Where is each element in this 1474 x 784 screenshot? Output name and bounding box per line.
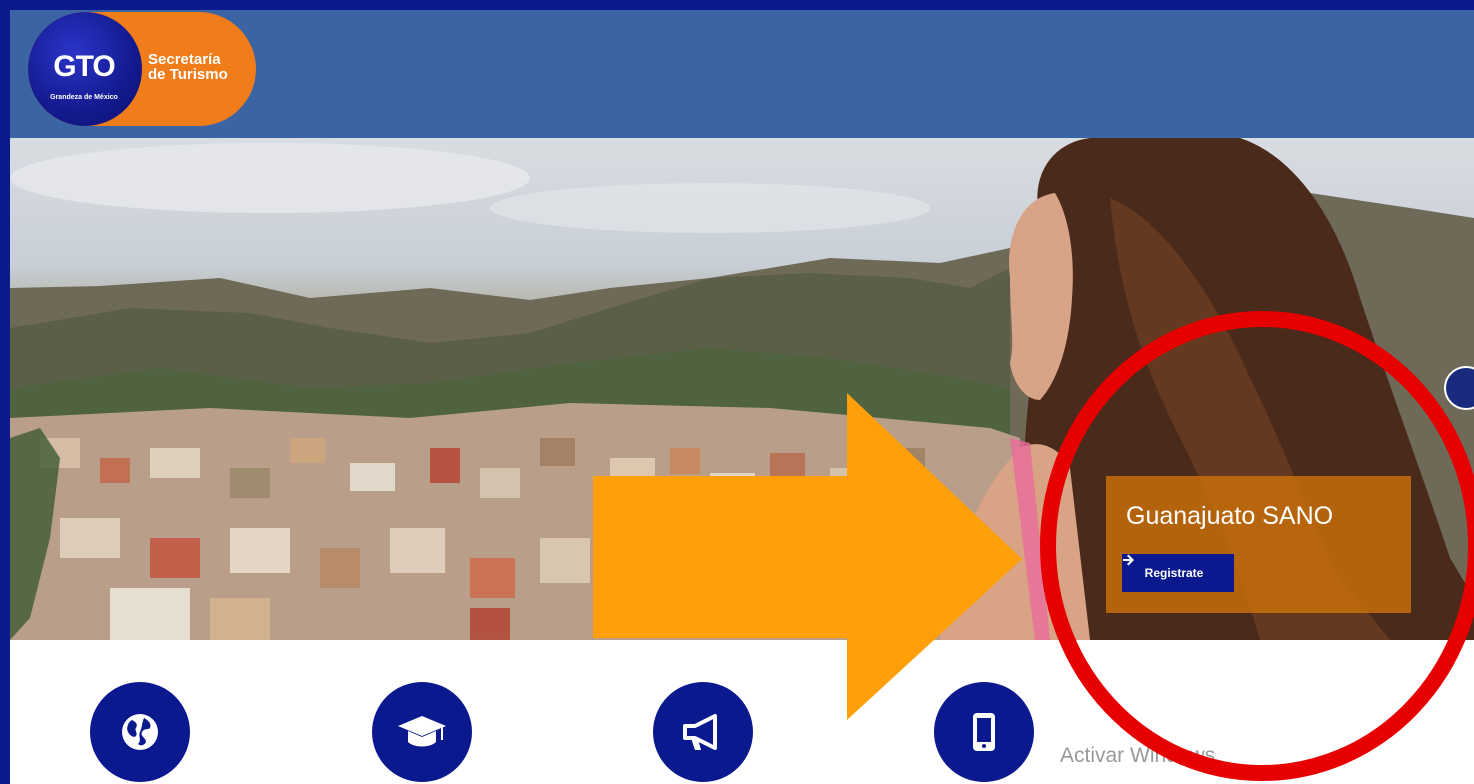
hero-banner: Guanajuato SANO Registrate: [10, 138, 1474, 640]
promo-title: Guanajuato SANO: [1126, 502, 1334, 530]
megaphone-icon[interactable]: [653, 682, 753, 782]
register-button[interactable]: Registrate: [1122, 554, 1234, 592]
logo-gto-text: GTO: [53, 50, 115, 83]
page-frame: GTO Grandeza de México Secretaría de Tur…: [10, 10, 1474, 784]
globe-icon[interactable]: [90, 682, 190, 782]
site-header: GTO Grandeza de México Secretaría de Tur…: [10, 10, 1474, 138]
features-row: [10, 640, 1474, 784]
register-button-label: Registrate: [1144, 566, 1204, 580]
secretaria-line1: Secretaría: [148, 51, 221, 68]
secretaria-line2: de Turismo: [148, 66, 228, 83]
mobile-phone-icon[interactable]: [934, 682, 1034, 782]
graduation-cap-icon[interactable]: [372, 682, 472, 782]
logo-subtitle: Grandeza de México: [50, 94, 118, 101]
promo-box: Guanajuato SANO Registrate: [1106, 476, 1411, 613]
windows-activation-watermark: Activar Windows: [1060, 744, 1216, 767]
secretaria-label: Secretaría de Turismo: [148, 52, 258, 82]
